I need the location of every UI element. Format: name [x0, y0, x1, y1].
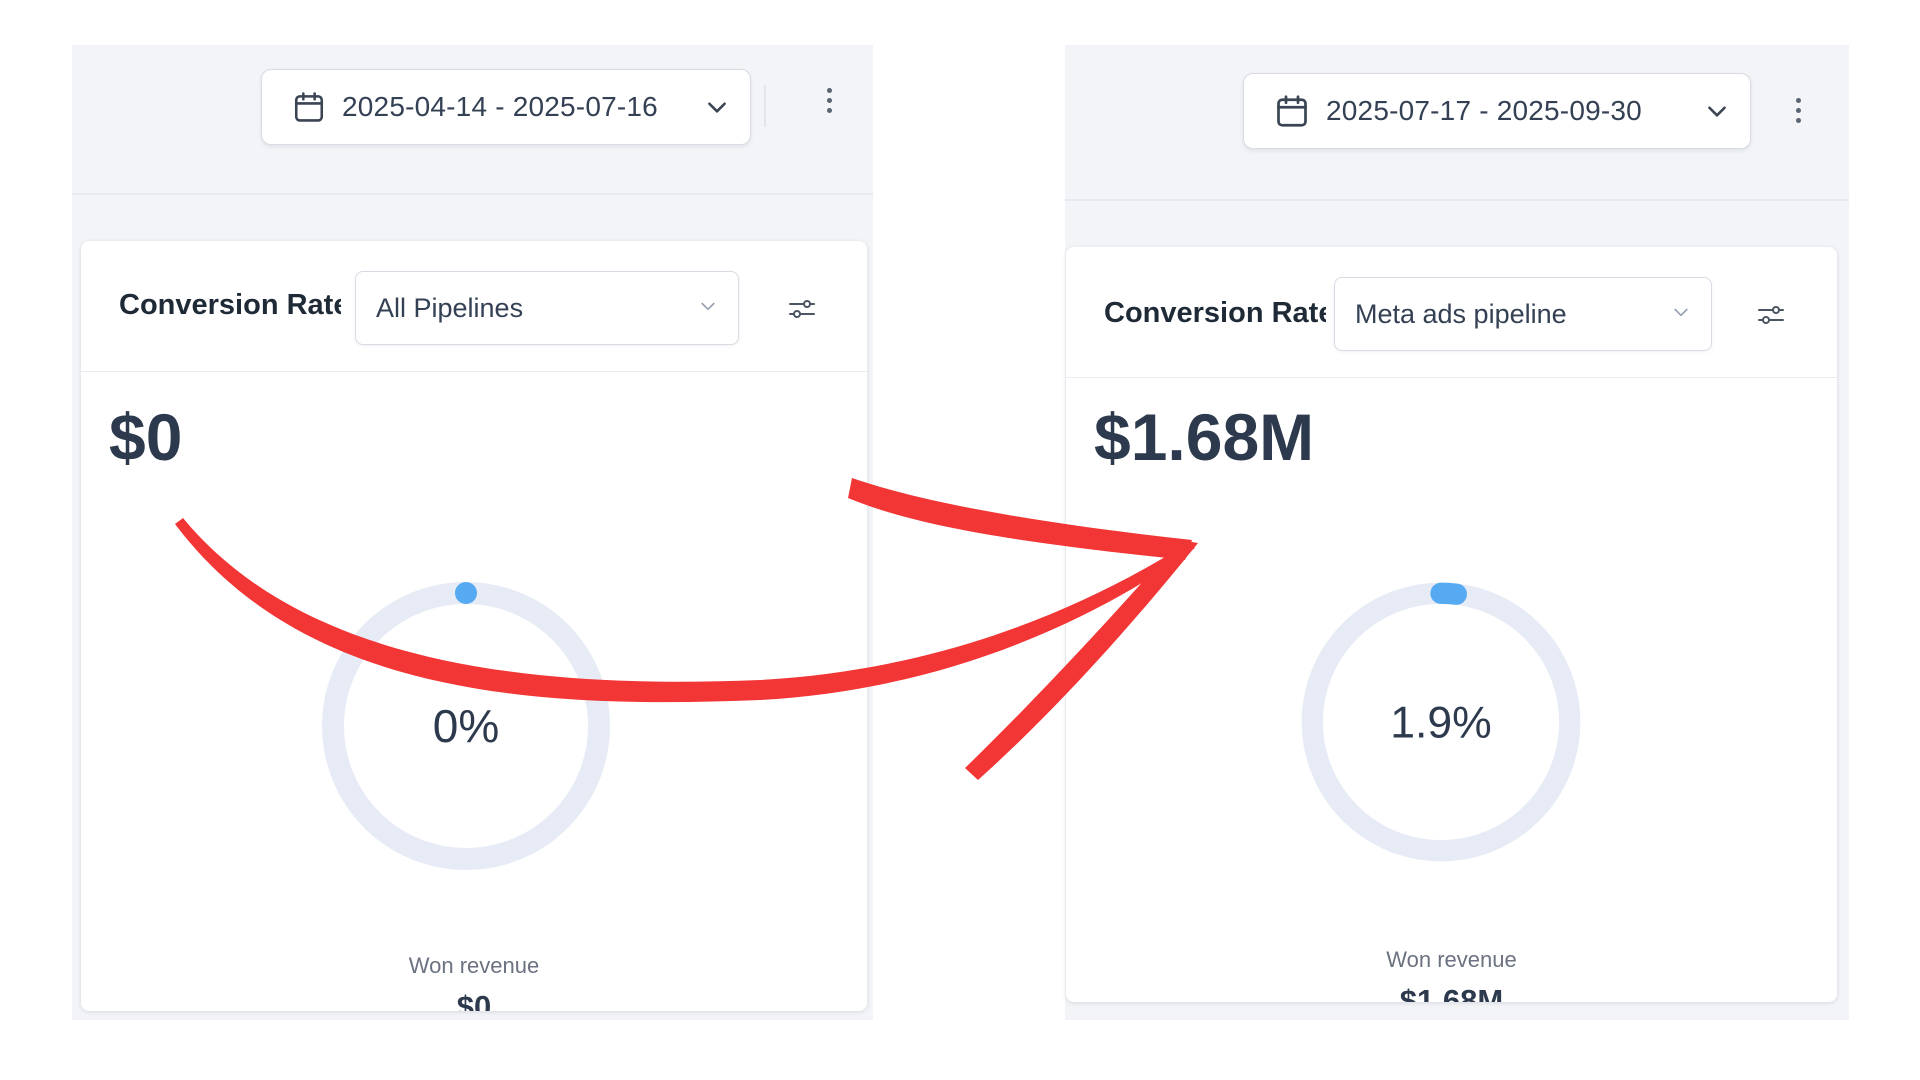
conversion-rate-card: Conversion Rate All Pipelines $0 0% Won … [81, 241, 867, 1011]
pipeline-select-value: All Pipelines [376, 292, 524, 323]
dashboard-panel-before: 2025-04-14 - 2025-07-16 Conversion Rate … [72, 45, 873, 1020]
header-divider [72, 193, 873, 195]
toolbar-separator [764, 85, 766, 127]
card-header: Conversion Rate Meta ads pipeline [1066, 247, 1837, 378]
kebab-menu-icon[interactable] [1786, 90, 1810, 130]
won-revenue-label: Won revenue [408, 953, 540, 978]
dashboard-panel-after: 2025-07-17 - 2025-09-30 Conversion Rate … [1065, 45, 1849, 1020]
card-title: Conversion Rate [1104, 297, 1326, 329]
header-divider [1065, 199, 1849, 201]
card-header: Conversion Rate All Pipelines [81, 241, 867, 372]
pipeline-select-value: Meta ads pipeline [1355, 298, 1567, 329]
conversion-rate-percent: 0% [433, 700, 499, 752]
won-revenue-value: $0 [456, 989, 492, 1011]
won-revenue-label: Won revenue [1386, 947, 1517, 972]
date-range-picker[interactable]: 2025-04-14 - 2025-07-16 [261, 69, 751, 145]
date-range-text: 2025-07-17 - 2025-09-30 [1326, 95, 1642, 126]
ring-progress [1430, 582, 1467, 605]
conversion-rate-percent: 1.9% [1390, 698, 1491, 747]
total-value: $1.68M [1094, 400, 1315, 474]
card-title: Conversion Rate [119, 289, 341, 321]
filter-sliders-icon[interactable] [786, 293, 818, 325]
chevron-down-icon [1671, 302, 1691, 327]
calendar-icon [1274, 93, 1310, 129]
conversion-ring-chart: 1.9% [1301, 582, 1581, 862]
chevron-down-icon [698, 296, 718, 321]
date-range-picker[interactable]: 2025-07-17 - 2025-09-30 [1243, 73, 1751, 149]
conversion-rate-card: Conversion Rate Meta ads pipeline $1.68M [1066, 247, 1837, 1002]
won-revenue-value: $1.68M [1399, 983, 1504, 1002]
chevron-down-icon [704, 94, 730, 120]
conversion-ring-chart: 0% [322, 581, 610, 870]
pipeline-select[interactable]: All Pipelines [355, 271, 739, 345]
total-value: $0 [109, 400, 183, 474]
date-range-text: 2025-04-14 - 2025-07-16 [342, 91, 658, 122]
filter-sliders-icon[interactable] [1755, 299, 1787, 331]
calendar-icon [292, 90, 326, 124]
kebab-menu-icon[interactable] [817, 80, 841, 120]
chevron-down-icon [1704, 98, 1730, 124]
pipeline-select[interactable]: Meta ads pipeline [1334, 277, 1712, 351]
